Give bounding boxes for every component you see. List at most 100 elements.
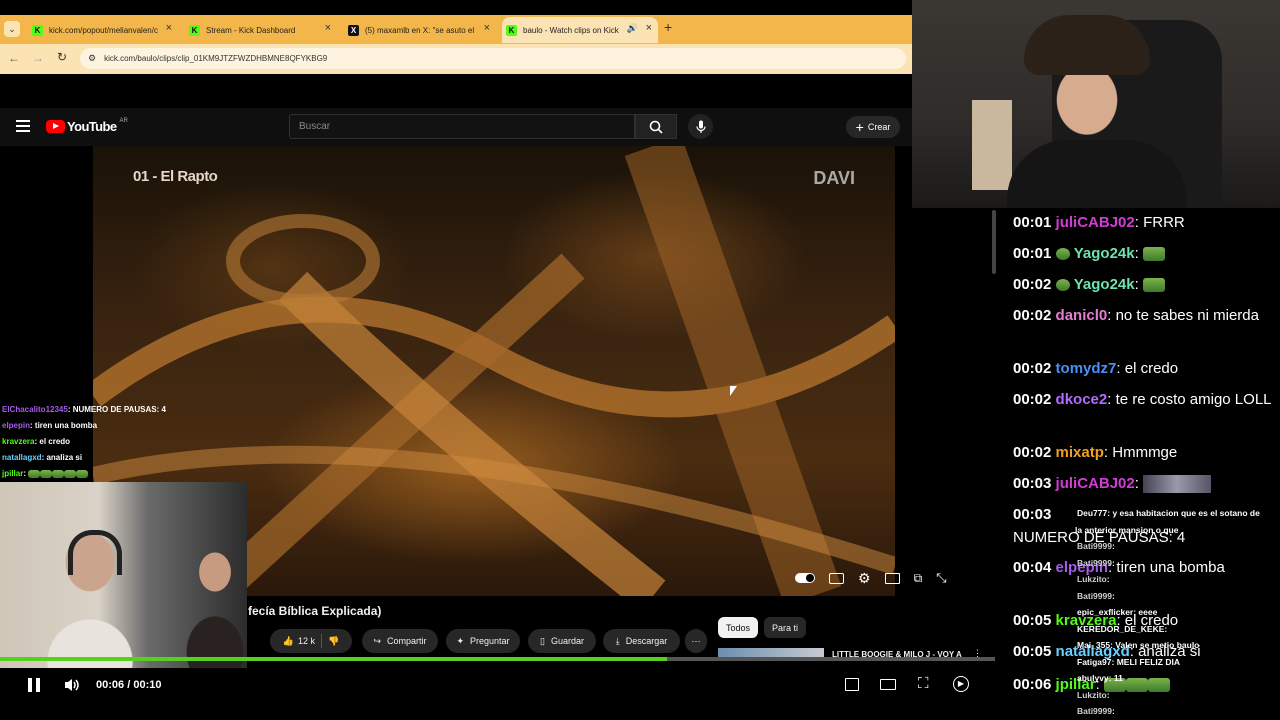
chat-message: 00:02 mixatp: Hmmmge: [1013, 444, 1178, 461]
back-icon[interactable]: ←: [8, 51, 20, 65]
browser-tab[interactable]: K kick.com/popout/melianvalen/c ×: [28, 17, 178, 43]
like-button[interactable]: 👍 12 k: [283, 636, 315, 647]
thumbs-up-icon: 👍: [282, 635, 294, 646]
forward-icon[interactable]: →: [32, 51, 44, 65]
browser-tab-active[interactable]: K baulo - Watch clips on Kick 🔊 ×: [502, 17, 658, 43]
player-settings-bar: ⚙ ⧉ ⤡: [795, 567, 947, 589]
close-tab-icon[interactable]: ×: [325, 22, 331, 34]
mini-chat-text: : MELI FELIZ DIA: [1111, 656, 1180, 667]
mini-chat-line: Deu777: y esa habitacion que es el sotan…: [1055, 505, 1280, 522]
frog-badge-icon: [1055, 279, 1070, 292]
search-input[interactable]: Buscar: [289, 114, 635, 139]
video-watermark: DAVI: [813, 168, 855, 188]
voice-search-button[interactable]: [688, 114, 713, 139]
mini-chat-text: :: [1111, 590, 1115, 601]
ask-button[interactable]: ✦ Preguntar: [446, 629, 520, 653]
mini-chat-user: abulyvy: [1077, 673, 1109, 683]
cast-icon[interactable]: ⧉: [914, 571, 923, 586]
save-button[interactable]: ▯ Guardar: [528, 629, 596, 653]
audio-playing-icon[interactable]: 🔊: [627, 23, 638, 34]
thumbs-down-icon: 👎: [328, 635, 340, 646]
region-code: AR: [119, 117, 128, 124]
close-tab-icon[interactable]: ×: [166, 22, 172, 34]
theater-mode-icon[interactable]: [880, 679, 896, 690]
chat-username[interactable]: tomydz7: [1056, 360, 1117, 377]
autoplay-toggle[interactable]: [795, 573, 815, 583]
mini-chat-user: Bati9999: [1077, 706, 1112, 716]
share-button[interactable]: ↪ Compartir: [362, 629, 438, 653]
overlay-chat-line: ElChacalito12345: NUMERO DE PAUSAS: 4: [2, 405, 166, 414]
volume-icon[interactable]: [64, 678, 80, 692]
mini-chat-text: : eeee: [1133, 607, 1158, 617]
chat-username[interactable]: Yago24k: [1074, 276, 1135, 293]
mini-chat-line: Lukzito:: [1055, 687, 1280, 704]
more-actions-button[interactable]: ⋯: [685, 629, 707, 653]
chat-username[interactable]: juliCABJ02: [1056, 475, 1135, 492]
pip-icon[interactable]: [845, 678, 859, 691]
browser-toolbar: ← → ↻ ⚙ kick.com/baulo/clips/clip_01KM9J…: [0, 44, 912, 74]
browser-tab[interactable]: K Stream - Kick Dashboard ×: [185, 17, 337, 43]
browser-tab[interactable]: X (5) maxamlb en X: "se asuto el ×: [344, 17, 496, 43]
headset-shape: [68, 530, 122, 575]
download-button[interactable]: ⤓ Descargar: [603, 629, 680, 653]
overlay-chat-user: natallagxd: [2, 453, 42, 462]
time-separator: /: [127, 679, 131, 691]
youtube-header: YouTube AR Buscar + Crear: [0, 108, 912, 146]
overlay-chat-line: jpillar:: [2, 466, 242, 482]
mini-chat-text: : y esa habitacion que es el sotano de: [1107, 508, 1260, 518]
streamer-webcam: [912, 0, 1280, 208]
close-tab-icon[interactable]: ×: [484, 22, 490, 34]
chat-username[interactable]: juliCABJ02: [1056, 214, 1135, 231]
mini-chat-text: :: [1111, 706, 1115, 716]
browser-tab-bar: ⌄ K kick.com/popout/melianvalen/c × K St…: [0, 15, 912, 44]
reload-icon[interactable]: ↻: [57, 50, 67, 64]
close-tab-icon[interactable]: ×: [646, 22, 652, 34]
chat-username[interactable]: Yago24k: [1074, 245, 1135, 262]
mini-chat-line: abulyvy: 11: [1055, 670, 1280, 687]
mini-chat-text: : Valen se metio baulo: [1110, 640, 1200, 650]
mini-chat-user: Bati9999: [1077, 590, 1112, 601]
create-button[interactable]: + Crear: [846, 116, 900, 138]
chat-username[interactable]: dkoce2: [1056, 391, 1108, 408]
chat-username[interactable]: danicl0: [1056, 307, 1108, 324]
more-horizontal-icon: ⋯: [691, 635, 701, 646]
subtitles-icon[interactable]: [829, 572, 844, 584]
progress-bar[interactable]: [0, 657, 995, 661]
chat-username[interactable]: mixatp: [1056, 444, 1104, 461]
emote: [1142, 278, 1165, 293]
settings-gear-icon[interactable]: ⚙: [858, 570, 871, 587]
plus-icon: +: [855, 119, 864, 135]
menu-icon[interactable]: [16, 120, 30, 132]
chip-all[interactable]: Todos: [718, 617, 758, 638]
chip-for-you[interactable]: Para ti: [764, 617, 806, 638]
new-tab-button[interactable]: +: [664, 19, 672, 35]
search-button[interactable]: [635, 114, 677, 139]
mini-chat-line: Bati9999:: [1055, 703, 1280, 720]
speed-icon[interactable]: ▶: [953, 676, 969, 692]
mini-chat-line: Lukzito:: [1055, 571, 1280, 588]
site-info-icon[interactable]: ⚙: [88, 53, 96, 64]
mini-chat-line: epic_exflicker: eeee: [1055, 604, 1280, 621]
pause-icon[interactable]: [28, 678, 40, 692]
overlay-chat-user: ElChacalito12345: [2, 405, 68, 414]
like-dislike-group: 👍 12 k 👎: [270, 629, 352, 653]
time-display: 00:06 / 00:10: [96, 679, 161, 691]
miniplayer-icon[interactable]: [884, 572, 900, 584]
overlay-chat-line: kravzera: el credo: [2, 437, 71, 446]
mini-chat-user: Mai_355: [1077, 640, 1111, 650]
fullscreen-icon[interactable]: ⛶: [918, 675, 929, 692]
streamer-shirt: [1007, 140, 1187, 208]
url-text: kick.com/baulo/clips/clip_01KM9JTZFWZDHB…: [104, 54, 328, 63]
fullscreen-expand-icon[interactable]: ⤡: [936, 570, 946, 586]
tab-list-chevron-icon[interactable]: ⌄: [4, 21, 20, 37]
shelf-shape: [972, 100, 1012, 190]
address-bar[interactable]: ⚙ kick.com/baulo/clips/clip_01KM9JTZFWZD…: [80, 48, 906, 69]
youtube-logo[interactable]: YouTube AR: [46, 117, 128, 134]
chat-message: 00:02 tomydz7: el credo: [1013, 360, 1179, 377]
mini-chat-line: Bati9999:: [1055, 555, 1280, 572]
chat-scrollbar[interactable]: [992, 210, 996, 274]
mini-chat-user: epic_exflicker: [1077, 607, 1134, 617]
dislike-button[interactable]: 👎: [328, 636, 339, 647]
mini-chat-text: : 11: [1108, 673, 1123, 683]
duration: 00:10: [133, 679, 162, 691]
